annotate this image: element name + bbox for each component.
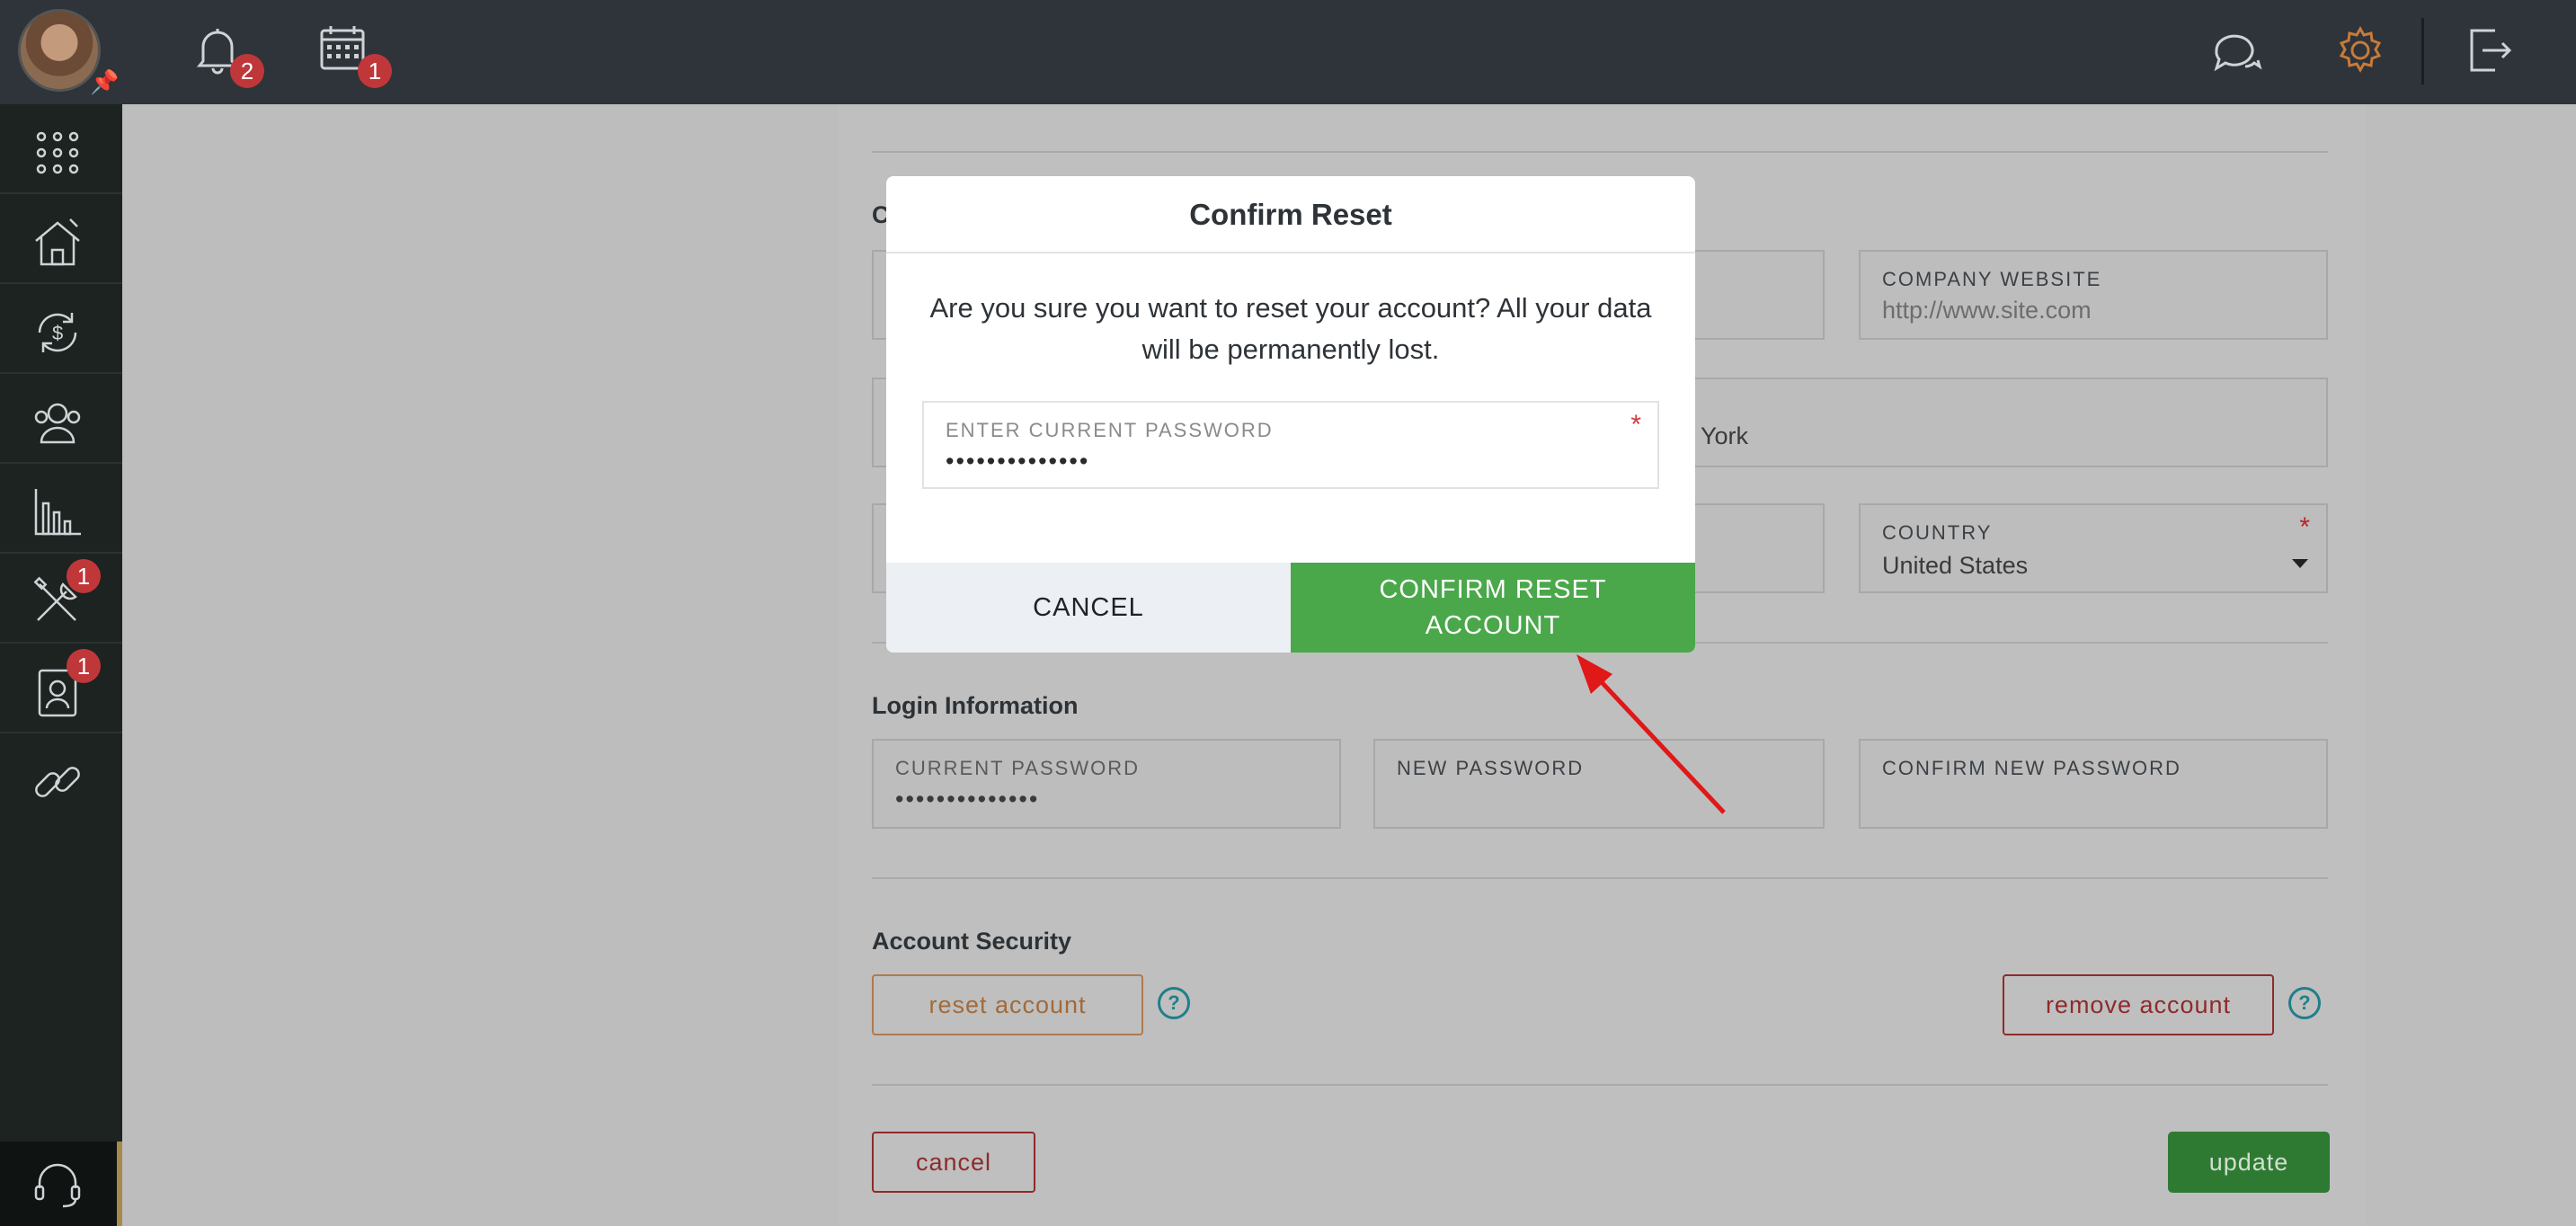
- modal-password-field[interactable]: ENTER CURRENT PASSWORD •••••••••••••• *: [922, 401, 1659, 489]
- confirm-reset-account-button[interactable]: CONFIRM RESET ACCOUNT: [1291, 563, 1695, 653]
- current-password-value: ••••••••••••••: [895, 786, 1040, 813]
- profile-badge: 1: [67, 649, 101, 683]
- bar-chart-icon: [34, 489, 81, 536]
- company-website-placeholder: http://www.site.com: [1882, 297, 2092, 324]
- divider: [872, 1084, 2328, 1086]
- tools-badge: 1: [67, 559, 101, 593]
- current-password-label: CURRENT PASSWORD: [895, 757, 1140, 779]
- country-select[interactable]: COUNTRY United States *: [1859, 503, 2328, 593]
- sidebar-item-contacts[interactable]: [0, 374, 122, 464]
- top-bar: 📌 2 1: [0, 0, 2576, 104]
- modal-cancel-button[interactable]: CANCEL: [886, 563, 1291, 653]
- link-icon: [35, 767, 80, 797]
- sidebar-item-billing[interactable]: $: [0, 284, 122, 374]
- sidebar: $ 1 1: [0, 104, 122, 1226]
- top-divider: [2421, 18, 2424, 84]
- divider: [872, 151, 2328, 153]
- remove-account-button[interactable]: remove account: [2003, 974, 2274, 1035]
- current-password-field[interactable]: CURRENT PASSWORD ••••••••••••••: [872, 739, 1341, 829]
- confirm-reset-modal: Confirm Reset Are you sure you want to r…: [886, 176, 1695, 653]
- sidebar-item-reports[interactable]: [0, 464, 122, 554]
- annotation-arrow-icon: [1577, 654, 1726, 814]
- update-button[interactable]: update: [2168, 1132, 2330, 1193]
- chat-icon[interactable]: [2209, 23, 2267, 81]
- required-mark: *: [2299, 512, 2310, 542]
- calendar-badge: 1: [358, 54, 392, 88]
- required-mark: *: [1630, 410, 1641, 440]
- chevron-down-icon: [2292, 559, 2308, 568]
- reset-help-icon[interactable]: ?: [1158, 987, 1190, 1019]
- company-website-field[interactable]: COMPANY WEBSITE http://www.site.com: [1859, 250, 2328, 340]
- confirm-new-password-label: CONFIRM NEW PASSWORD: [1882, 757, 2181, 779]
- modal-message: Are you sure you want to reset your acco…: [929, 292, 1652, 365]
- sidebar-item-tools[interactable]: 1: [0, 554, 122, 644]
- user-avatar[interactable]: [18, 9, 101, 92]
- company-website-label: COMPANY WEBSITE: [1882, 268, 2102, 290]
- sidebar-item-profile[interactable]: 1: [0, 644, 122, 733]
- remove-help-icon[interactable]: ?: [2288, 987, 2321, 1019]
- notifications-badge: 2: [230, 54, 264, 88]
- svg-text:$: $: [52, 322, 63, 344]
- new-password-label: NEW PASSWORD: [1397, 757, 1585, 779]
- calendar-icon[interactable]: 1: [318, 23, 392, 88]
- reset-account-button[interactable]: reset account: [872, 974, 1143, 1035]
- notifications-bell-icon[interactable]: 2: [191, 23, 264, 88]
- security-section-title: Account Security: [872, 928, 1072, 955]
- address-value: York: [1701, 422, 1749, 449]
- login-section-title: Login Information: [872, 692, 1079, 719]
- country-label: COUNTRY: [1882, 521, 1993, 544]
- apps-grid-icon: [36, 131, 79, 174]
- divider: [872, 877, 2328, 879]
- settings-gear-icon[interactable]: [2333, 23, 2391, 81]
- support-button[interactable]: [0, 1142, 122, 1226]
- home-icon: [35, 218, 80, 266]
- logout-icon[interactable]: [2463, 23, 2520, 81]
- pin-icon[interactable]: 📌: [90, 68, 119, 96]
- users-icon: [34, 403, 81, 444]
- confirm-new-password-field[interactable]: CONFIRM NEW PASSWORD: [1859, 739, 2328, 829]
- currency-exchange-icon: $: [38, 313, 77, 352]
- cancel-button[interactable]: cancel: [872, 1132, 1035, 1193]
- modal-password-label: ENTER CURRENT PASSWORD: [946, 419, 1274, 441]
- country-value: United States: [1882, 552, 2029, 579]
- modal-password-value: ••••••••••••••: [946, 448, 1090, 475]
- sidebar-item-home[interactable]: [0, 194, 122, 284]
- modal-title: Confirm Reset: [886, 176, 1695, 253]
- sidebar-item-apps[interactable]: [0, 104, 122, 194]
- headset-icon: [34, 1163, 81, 1208]
- sidebar-item-links[interactable]: [0, 733, 122, 823]
